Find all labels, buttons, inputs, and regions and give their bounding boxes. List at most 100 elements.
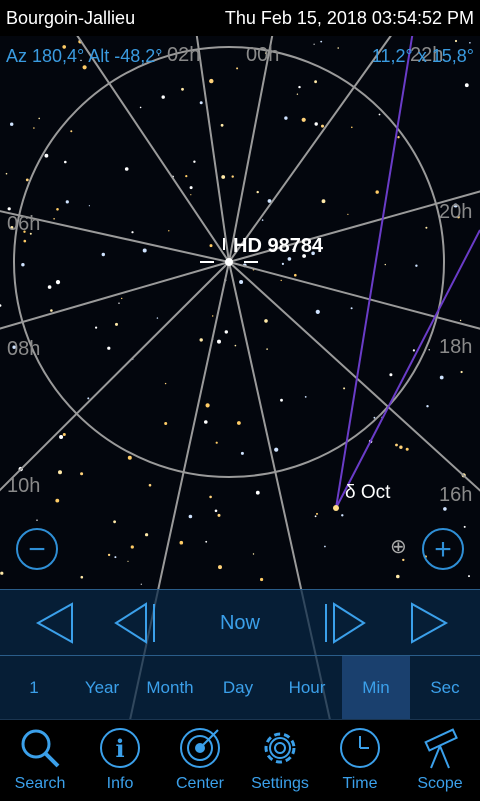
info-icon: i xyxy=(100,728,140,768)
unit-hour[interactable]: Hour xyxy=(272,656,342,720)
star xyxy=(121,297,123,300)
crosshair-icon[interactable]: ⊕ xyxy=(390,534,407,559)
star xyxy=(188,514,193,519)
star xyxy=(378,113,381,116)
oct-star[interactable] xyxy=(333,505,339,511)
star xyxy=(314,122,318,126)
star xyxy=(70,130,73,133)
hour-label: 16h xyxy=(439,484,472,506)
search-button[interactable]: Search xyxy=(0,720,80,801)
star xyxy=(80,472,84,476)
star xyxy=(148,483,152,487)
hour-label: 20h xyxy=(439,201,472,223)
star xyxy=(373,416,376,419)
star xyxy=(320,40,323,43)
star xyxy=(193,160,196,163)
hour-label: 08h xyxy=(7,338,40,360)
location-label: Bourgoin-Jallieu xyxy=(6,8,136,28)
star xyxy=(261,219,264,221)
star xyxy=(301,117,306,122)
star xyxy=(212,315,214,317)
star xyxy=(468,575,470,578)
star xyxy=(58,470,62,475)
scope-button[interactable]: Scope xyxy=(400,720,480,801)
star xyxy=(47,285,52,289)
bottom-toolbar: Search i Info Center Settings Time Scope xyxy=(0,719,480,801)
zoom-in-button[interactable]: + xyxy=(422,528,464,570)
star xyxy=(38,117,40,120)
unit-year[interactable]: Year xyxy=(68,656,136,720)
step-forward-icon[interactable] xyxy=(314,598,374,648)
star xyxy=(415,264,418,267)
star xyxy=(255,490,260,495)
star xyxy=(343,387,346,390)
star xyxy=(375,190,379,194)
time-button[interactable]: Time xyxy=(320,720,400,801)
telescope-icon xyxy=(424,728,458,769)
star xyxy=(464,83,469,88)
star xyxy=(425,226,428,229)
star xyxy=(131,231,134,234)
star xyxy=(107,553,111,557)
star xyxy=(168,230,170,232)
star xyxy=(284,116,288,120)
star xyxy=(296,93,299,95)
now-button[interactable]: Now xyxy=(190,612,290,635)
star xyxy=(287,257,292,261)
star xyxy=(439,375,444,380)
star xyxy=(205,540,208,543)
unit-step-1[interactable]: 1 xyxy=(0,656,68,720)
forward-fast-icon[interactable] xyxy=(400,598,460,648)
center-icon xyxy=(180,728,220,768)
star xyxy=(280,398,283,402)
star xyxy=(395,443,398,447)
star xyxy=(315,309,320,314)
star xyxy=(469,42,471,44)
unit-min[interactable]: Min xyxy=(342,656,410,720)
star xyxy=(36,519,38,521)
fov-readout: 11,2° x 15,8° xyxy=(371,46,474,66)
star xyxy=(130,545,134,549)
star xyxy=(62,433,66,436)
star xyxy=(321,199,326,204)
star xyxy=(217,339,221,344)
step-back-icon[interactable] xyxy=(108,598,168,648)
oct-label: δ Oct xyxy=(345,482,391,503)
zoom-out-button[interactable]: − xyxy=(16,528,58,570)
star xyxy=(199,338,203,342)
star xyxy=(114,556,117,559)
star xyxy=(145,533,149,537)
star xyxy=(237,421,241,425)
star xyxy=(240,451,244,455)
star xyxy=(113,520,116,524)
star xyxy=(443,507,447,511)
star xyxy=(205,403,210,408)
info-label: Info xyxy=(106,775,134,792)
selected-star[interactable] xyxy=(225,258,233,266)
star xyxy=(55,280,61,285)
info-button[interactable]: i Info xyxy=(80,720,160,801)
unit-sec[interactable]: Sec xyxy=(410,656,480,720)
star xyxy=(252,553,255,555)
star xyxy=(234,344,237,347)
hour-label: 10h xyxy=(7,475,40,497)
star xyxy=(118,302,120,304)
svg-text:i: i xyxy=(115,734,124,763)
date-time-label: Thu Feb 15, 2018 03:54:52 PM xyxy=(224,8,474,28)
settings-button[interactable]: Settings xyxy=(240,720,320,801)
center-label: Center xyxy=(175,775,225,792)
time-control-panel: Now 1 Year Month Day Hour Min Sec xyxy=(0,589,480,720)
rewind-fast-icon[interactable] xyxy=(28,598,88,648)
star xyxy=(347,213,349,215)
star xyxy=(33,127,35,129)
clock-icon xyxy=(340,728,380,768)
star xyxy=(399,445,403,449)
hour-label: 06h xyxy=(7,213,40,235)
unit-day[interactable]: Day xyxy=(204,656,272,720)
star xyxy=(324,545,326,548)
unit-month[interactable]: Month xyxy=(136,656,204,720)
star xyxy=(164,422,168,425)
star xyxy=(314,80,317,84)
center-button[interactable]: Center xyxy=(160,720,240,801)
settings-label: Settings xyxy=(251,775,309,792)
